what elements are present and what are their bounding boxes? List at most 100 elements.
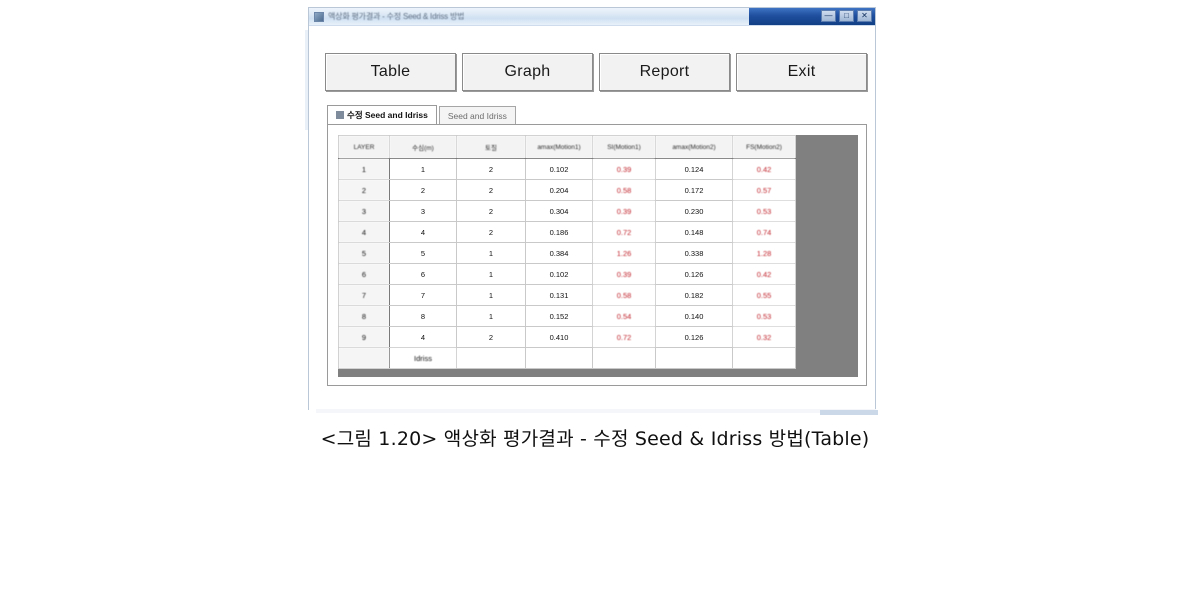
cell-amax2: 0.230 xyxy=(655,200,733,222)
taskbar-fragment xyxy=(820,410,878,415)
results-table: LAYER 수심(m) 토질 amax(Motion1) SI(Motion1)… xyxy=(338,135,796,369)
cell-fs2: 0.57 xyxy=(732,179,796,201)
cell-amax1 xyxy=(525,347,593,369)
cell-layer: 2 xyxy=(338,179,390,201)
cell-method-label: Idriss xyxy=(389,347,457,369)
cell-amax2: 0.140 xyxy=(655,305,733,327)
cell-fs2: 0.42 xyxy=(732,158,796,180)
cell-layer: 3 xyxy=(338,200,390,222)
table-row[interactable]: 2 2 2 0.204 0.58 0.172 0.57 xyxy=(338,179,796,201)
report-button[interactable]: Report xyxy=(599,53,730,91)
cell-soil: 1 xyxy=(456,305,526,327)
header-soil[interactable]: 토질 xyxy=(456,135,526,159)
cell-si1: 0.39 xyxy=(592,263,656,285)
table-button[interactable]: Table xyxy=(325,53,456,91)
title-bar[interactable]: 액상화 평가결과 - 수정 Seed & Idriss 방법 — □ ✕ xyxy=(309,8,875,26)
cell-depth: 4 xyxy=(389,221,457,243)
cell-fs2 xyxy=(732,347,796,369)
cell-si1: 0.39 xyxy=(592,200,656,222)
cell-soil: 1 xyxy=(456,263,526,285)
cell-soil: 1 xyxy=(456,242,526,264)
cell-fs2: 0.74 xyxy=(732,221,796,243)
cell-layer: 7 xyxy=(338,284,390,306)
cell-soil: 2 xyxy=(456,158,526,180)
cell-fs2: 0.53 xyxy=(732,200,796,222)
cell-amax2 xyxy=(655,347,733,369)
cell-fs2: 0.42 xyxy=(732,263,796,285)
page-root: 액상화 평가결과 - 수정 Seed & Idriss 방법 — □ ✕ Tab… xyxy=(0,0,1190,606)
tab-label-inactive: Seed and Idriss xyxy=(447,110,507,121)
toolbar: Table Graph Report Exit xyxy=(325,53,867,91)
header-amax1[interactable]: amax(Motion1) xyxy=(525,135,593,159)
cell-depth: 1 xyxy=(389,158,457,180)
cell-si1: 0.72 xyxy=(592,221,656,243)
figure-caption: <그림 1.20> 액상화 평가결과 - 수정 Seed & Idriss 방법… xyxy=(0,424,1190,451)
table-footer-row[interactable]: Idriss xyxy=(338,347,796,369)
cell-layer: 9 xyxy=(338,326,390,348)
cell-depth: 7 xyxy=(389,284,457,306)
table-row[interactable]: 3 3 2 0.304 0.39 0.230 0.53 xyxy=(338,200,796,222)
table-row[interactable]: 8 8 1 0.152 0.54 0.140 0.53 xyxy=(338,305,796,327)
cell-amax2: 0.126 xyxy=(655,326,733,348)
cell-amax1: 0.102 xyxy=(525,263,593,285)
cell-amax2: 0.172 xyxy=(655,179,733,201)
maximize-button[interactable]: □ xyxy=(839,10,854,22)
tab-modified-seed-and-idriss[interactable]: 수정 Seed and Idriss xyxy=(327,105,437,124)
table-row[interactable]: 1 1 2 0.102 0.39 0.124 0.42 xyxy=(338,158,796,180)
exit-button[interactable]: Exit xyxy=(736,53,867,91)
tab-seed-and-idriss[interactable]: Seed and Idriss xyxy=(438,106,516,124)
cell-layer: 6 xyxy=(338,263,390,285)
cell-layer xyxy=(338,347,390,369)
table-row[interactable]: 4 4 2 0.186 0.72 0.148 0.74 xyxy=(338,221,796,243)
close-button[interactable]: ✕ xyxy=(857,10,872,22)
tab-page: LAYER 수심(m) 토질 amax(Motion1) SI(Motion1)… xyxy=(327,124,867,386)
tab-strip: 수정 Seed and Idriss Seed and Idriss xyxy=(327,105,867,124)
cell-amax2: 0.124 xyxy=(655,158,733,180)
grid-background: LAYER 수심(m) 토질 amax(Motion1) SI(Motion1)… xyxy=(338,135,858,377)
cell-depth: 2 xyxy=(389,179,457,201)
cell-soil: 2 xyxy=(456,221,526,243)
cell-layer: 4 xyxy=(338,221,390,243)
cell-amax1: 0.131 xyxy=(525,284,593,306)
cell-amax1: 0.102 xyxy=(525,158,593,180)
cell-depth: 8 xyxy=(389,305,457,327)
cell-soil: 1 xyxy=(456,284,526,306)
table-row[interactable]: 6 6 1 0.102 0.39 0.126 0.42 xyxy=(338,263,796,285)
cell-amax2: 0.148 xyxy=(655,221,733,243)
header-fs2[interactable]: FS(Motion2) xyxy=(732,135,796,159)
cell-fs2: 0.32 xyxy=(732,326,796,348)
cell-si1: 0.58 xyxy=(592,284,656,306)
header-layer[interactable]: LAYER xyxy=(338,135,390,159)
cell-amax1: 0.152 xyxy=(525,305,593,327)
cell-fs2: 0.53 xyxy=(732,305,796,327)
table-row[interactable]: 9 4 2 0.410 0.72 0.126 0.32 xyxy=(338,326,796,348)
cell-amax2: 0.126 xyxy=(655,263,733,285)
figure-caption-text: <그림 1.20> 액상화 평가결과 - 수정 Seed & Idriss 방법… xyxy=(320,428,870,450)
tab-label-active: 수정 Seed and Idriss xyxy=(347,110,428,120)
cell-fs2: 1.28 xyxy=(732,242,796,264)
cell-amax1: 0.410 xyxy=(525,326,593,348)
cell-soil: 2 xyxy=(456,326,526,348)
header-depth[interactable]: 수심(m) xyxy=(389,135,457,159)
cell-si1: 0.72 xyxy=(592,326,656,348)
header-si1[interactable]: SI(Motion1) xyxy=(592,135,656,159)
table-row[interactable]: 7 7 1 0.131 0.58 0.182 0.55 xyxy=(338,284,796,306)
cell-amax1: 0.204 xyxy=(525,179,593,201)
window-title: 액상화 평가결과 - 수정 Seed & Idriss 방법 xyxy=(328,12,465,21)
app-icon xyxy=(314,11,324,22)
cell-soil xyxy=(456,347,526,369)
header-amax2[interactable]: amax(Motion2) xyxy=(655,135,733,159)
cell-si1: 0.54 xyxy=(592,305,656,327)
table-body: 1 1 2 0.102 0.39 0.124 0.42 2 2 2 0.204 … xyxy=(338,158,796,369)
cell-layer: 5 xyxy=(338,242,390,264)
cell-si1: 0.58 xyxy=(592,179,656,201)
cell-amax1: 0.384 xyxy=(525,242,593,264)
window-controls: — □ ✕ xyxy=(821,10,872,22)
table-row[interactable]: 5 5 1 0.384 1.26 0.338 1.28 xyxy=(338,242,796,264)
window-drop-shadow xyxy=(316,409,876,413)
cell-si1 xyxy=(592,347,656,369)
minimize-button[interactable]: — xyxy=(821,10,836,22)
table-header: LAYER 수심(m) 토질 amax(Motion1) SI(Motion1)… xyxy=(338,135,796,159)
cell-depth: 6 xyxy=(389,263,457,285)
graph-button[interactable]: Graph xyxy=(462,53,593,91)
